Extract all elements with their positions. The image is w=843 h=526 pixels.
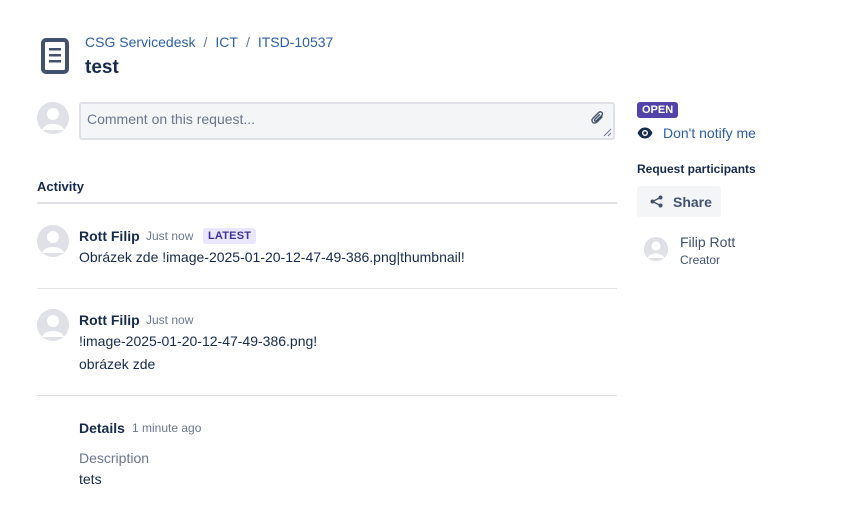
status-badge: OPEN <box>637 102 679 118</box>
breadcrumb-group-link[interactable]: ICT <box>215 34 238 50</box>
breadcrumb-separator: / <box>203 34 208 50</box>
comment-body: Obrázek zde !image-2025-01-20-12-47-49-3… <box>79 249 465 265</box>
participant-avatar <box>644 237 668 261</box>
participant-role: Creator <box>680 253 721 267</box>
details-time: 1 minute ago <box>132 421 202 435</box>
share-button[interactable]: Share <box>637 186 721 217</box>
comment-time: Just now <box>146 313 194 327</box>
share-icon <box>650 195 663 208</box>
page-title: test <box>85 57 119 78</box>
avatar <box>37 102 69 134</box>
dont-notify-link[interactable]: Don't notify me <box>663 125 756 141</box>
comment-body-line: !image-2025-01-20-12-47-49-386.png! <box>79 333 318 349</box>
avatar <box>37 225 69 257</box>
comment-placeholder: Comment on this request... <box>87 111 256 127</box>
latest-badge: LATEST <box>203 228 257 244</box>
entry-divider <box>37 288 617 289</box>
eye-icon[interactable] <box>637 127 653 139</box>
breadcrumb-separator: / <box>245 34 250 50</box>
resize-handle-icon[interactable] <box>603 128 612 137</box>
comment-author: Rott Filip <box>79 228 140 244</box>
details-title: Details <box>79 420 125 436</box>
comment-time: Just now <box>146 229 194 243</box>
activity-divider <box>37 202 617 204</box>
comment-author: Rott Filip <box>79 312 140 328</box>
entry-divider <box>37 395 617 396</box>
comment-input[interactable]: Comment on this request... <box>79 102 615 140</box>
description-label: Description <box>79 450 150 466</box>
participants-heading: Request participants <box>637 162 756 176</box>
share-label: Share <box>673 194 712 210</box>
breadcrumb: CSG Servicedesk / ICT / ITSD-10537 <box>85 34 333 50</box>
document-icon <box>41 38 69 74</box>
breadcrumb-portal-link[interactable]: CSG Servicedesk <box>85 34 195 50</box>
avatar <box>37 309 69 341</box>
description-value: tets <box>79 471 102 487</box>
paperclip-icon[interactable] <box>591 110 605 126</box>
activity-heading: Activity <box>37 179 84 194</box>
comment-body-line: obrázek zde <box>79 356 156 372</box>
participant-name: Filip Rott <box>680 234 736 250</box>
breadcrumb-issue-link[interactable]: ITSD-10537 <box>258 34 333 50</box>
